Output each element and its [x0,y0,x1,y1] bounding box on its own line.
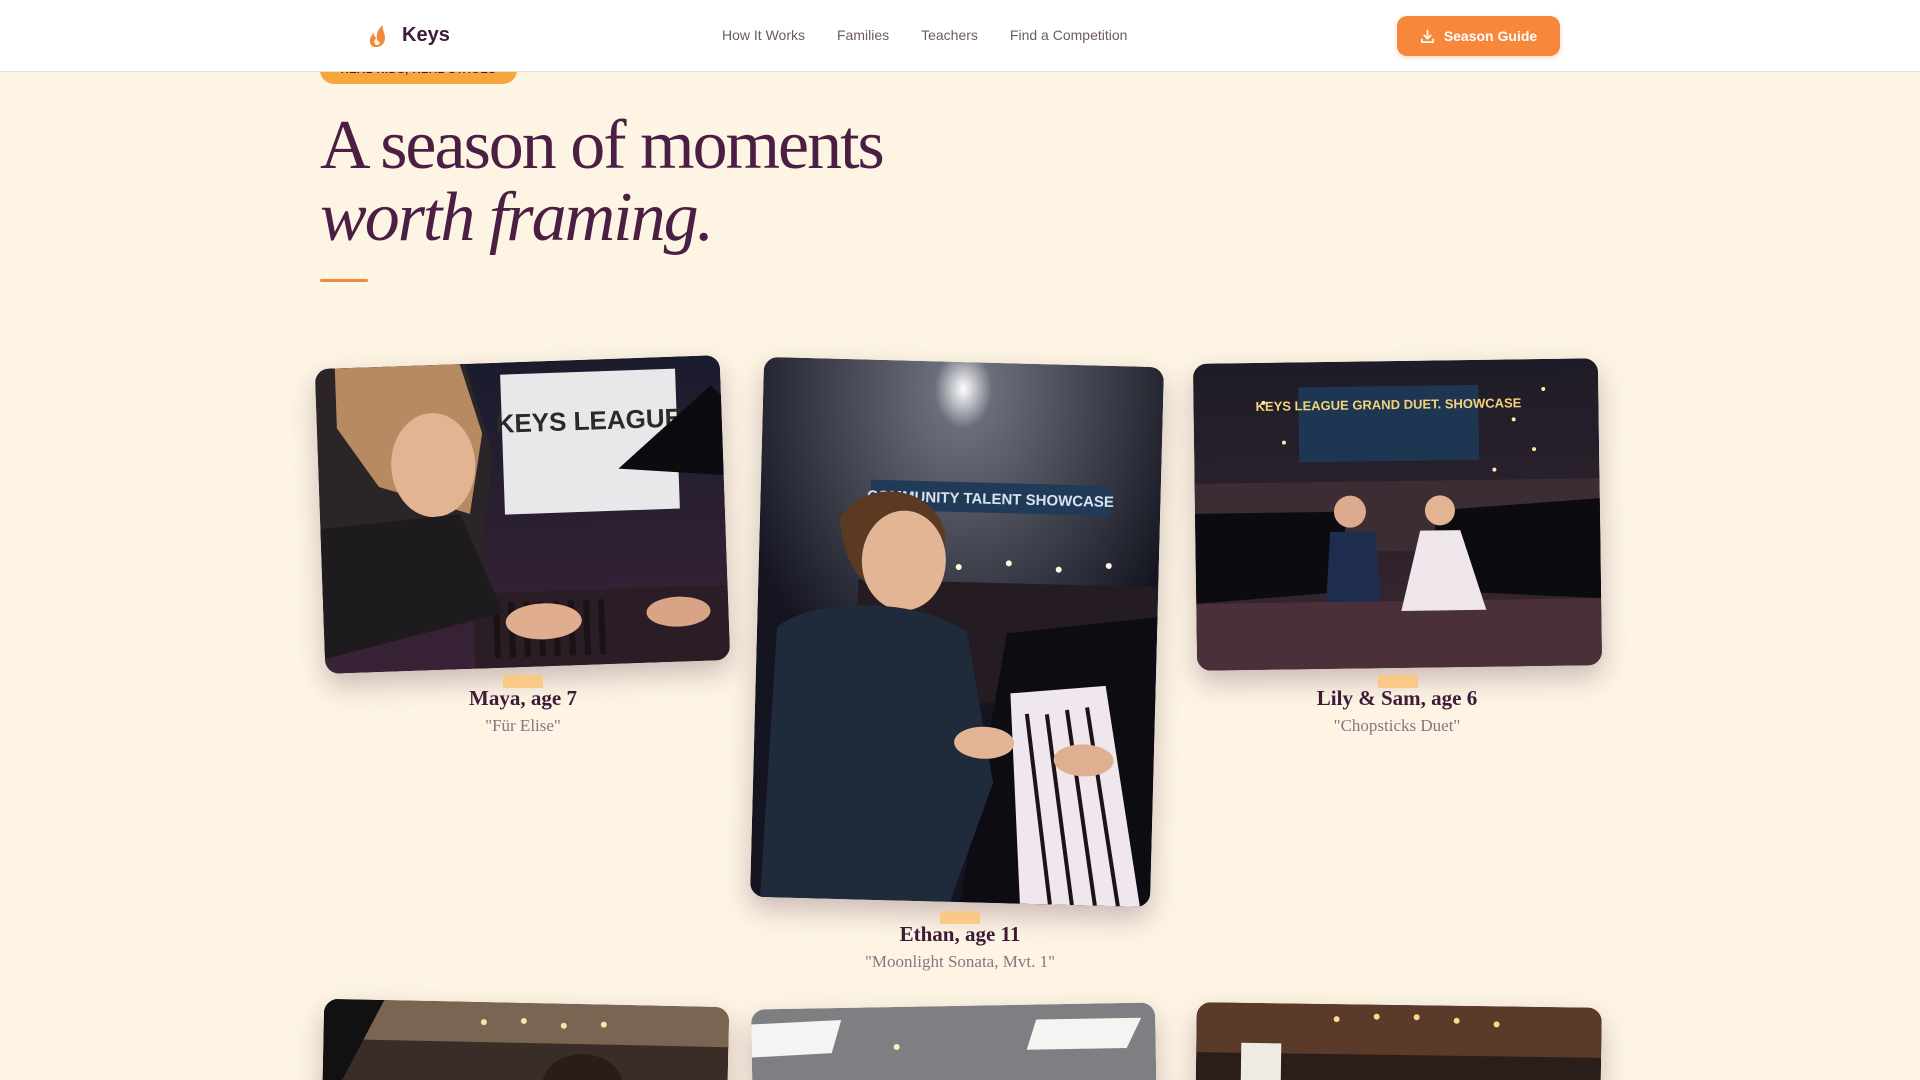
page-title-line-2: worth framing. [320,179,714,256]
main-nav: How It Works Families Teachers Find a Co… [722,27,1127,43]
card-name-lily-sam: Lily & Sam, age 6 [1316,686,1478,710]
nav-teachers[interactable]: Teachers [921,27,978,43]
photo-row2-2 [750,1002,1158,1080]
top-navigation-bar: Keys How It Works Families Teachers Find… [0,0,1920,72]
photo-maya: KEYS LEAGUE [314,355,731,674]
card-name-maya: Maya, age 7 [469,686,577,710]
photo-lily-sam: KEYS LEAGUE GRAND DUET. SHOWCASE [1192,358,1603,671]
flame-logo-icon [369,25,385,47]
nav-find-a-competition[interactable]: Find a Competition [1010,27,1128,43]
title-accent-rule [320,279,368,282]
photo-row2-1 [321,998,730,1080]
season-guide-button[interactable]: Season Guide [1397,16,1560,56]
brand-name: Keys [402,23,450,46]
season-guide-label: Season Guide [1443,28,1538,44]
nav-how-it-works[interactable]: How It Works [722,27,805,43]
card-piece-ethan: "Moonlight Sonata, Mvt. 1" [864,952,1056,971]
brand-logo[interactable]: Keys [366,22,450,48]
page-title-line-1: A season of moments [320,107,885,184]
card-piece-lily-sam: "Chopsticks Duet" [1333,716,1461,735]
card-name-ethan: Ethan, age 11 [899,922,1021,946]
photo-ethan: COMMUNITY TALENT SHOWCASE [750,356,1164,908]
card-piece-maya: "Für Elise" [485,716,561,735]
photo-row2-3 [1195,1002,1602,1080]
page-title: A season of moments worth framing. [320,107,885,256]
nav-families[interactable]: Families [837,27,889,43]
download-icon [1420,29,1434,43]
